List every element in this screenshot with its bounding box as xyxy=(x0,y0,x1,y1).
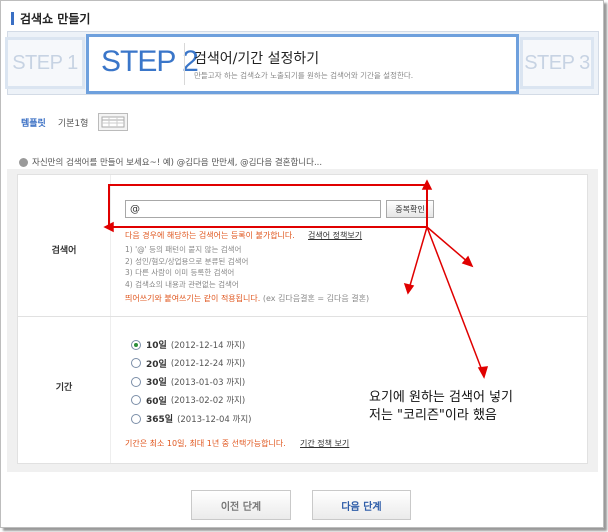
period-option-20[interactable]: 20일 (2012-12-24 까지) xyxy=(131,357,251,370)
template-label: 템플릿 xyxy=(21,118,46,129)
search-input[interactable] xyxy=(125,200,381,218)
annotation-text: 요기에 원하는 검색어 넣기 저는 "코리즌"이라 했음 xyxy=(369,390,513,423)
radio[interactable] xyxy=(131,413,141,424)
period-options: 10일 (2012-12-14 까지) 20일 (2012-12-24 까지) … xyxy=(131,338,251,431)
option-days: 30일 xyxy=(146,378,167,388)
spacing-note-main: 띄어쓰기와 붙여쓰기는 같이 적용됩니다. xyxy=(125,294,261,303)
radio[interactable] xyxy=(131,395,141,405)
prev-step-button[interactable]: 이전 단계 xyxy=(191,490,291,520)
step-1-label: STEP 1 xyxy=(12,51,78,74)
search-rule: 2) 성인/혐오/상업용으로 분류된 검색어 xyxy=(125,256,249,266)
next-step-button[interactable]: 다음 단계 xyxy=(312,490,411,520)
title-marker xyxy=(11,11,14,25)
step-3: STEP 3 xyxy=(520,37,594,89)
step-1: STEP 1 xyxy=(5,37,85,89)
radio[interactable] xyxy=(131,376,141,387)
hint-row: 자신만의 검색어를 만들어 보세요~! 예) @김다음 만만세, @김다음 결혼… xyxy=(19,156,322,168)
period-note: 기간은 최소 10일, 최대 1년 중 선택가능합니다. xyxy=(125,439,286,448)
radio-selected[interactable] xyxy=(131,339,141,350)
step-3-label: STEP 3 xyxy=(524,51,590,74)
period-policy-link[interactable]: 기간 정책 보기 xyxy=(300,438,349,449)
search-warning: 다음 경우에 해당하는 검색어는 등록이 불가합니다. xyxy=(125,231,295,240)
duplicate-check-button[interactable]: 중복확인 xyxy=(386,200,434,218)
template-grid-icon xyxy=(101,116,125,128)
template-preview-icon[interactable] xyxy=(98,113,129,131)
period-option-365[interactable]: 365일 (2013-12-04 까지) xyxy=(131,412,251,425)
window-frame: 검색쇼 만들기 STEP 1 STEP 2 검색어/기간 설정하기 만들고자 하… xyxy=(0,0,604,528)
period-option-60[interactable]: 60일 (2013-02-02 까지) xyxy=(131,394,251,407)
option-days: 20일 xyxy=(146,359,167,370)
search-policy-link[interactable]: 검색어 정책보기 xyxy=(308,230,362,241)
template-value: 기본1형 xyxy=(57,118,89,129)
period-option-10[interactable]: 10일 (2012-12-14 까지) xyxy=(131,338,251,351)
page-title: 검색쇼 만들기 xyxy=(20,11,91,26)
step-2-active: STEP 2 검색어/기간 설정하기 만들고자 하는 검색쇼가 노출되기를 원하… xyxy=(86,34,519,94)
settings-panel: 검색어 중복확인 다음 경우에 해당하는 검색어는 등록이 불가합니다. 검색어… xyxy=(7,169,598,472)
row-divider xyxy=(18,316,587,317)
period-label: 기간 xyxy=(55,383,73,393)
hint-icon xyxy=(19,157,28,167)
option-days: 60일 xyxy=(146,396,167,407)
step-heading: 검색어/기간 설정하기 xyxy=(194,51,320,67)
option-days: 365일 xyxy=(146,415,174,425)
step-divider xyxy=(184,43,185,85)
period-option-30[interactable]: 30일 (2013-01-03 까지) xyxy=(131,375,251,388)
page-header: 검색쇼 만들기 xyxy=(11,9,90,27)
spacing-note: 띄어쓰기와 붙여쓰기는 같이 적용됩니다. (ex 김다음결혼 = 김다음 결혼… xyxy=(125,293,369,304)
search-rule: 4) 검색쇼의 내용과 관련없는 검색어 xyxy=(125,279,239,289)
option-until: (2013-02-02 까지) xyxy=(170,396,246,406)
label-column-divider xyxy=(110,175,111,463)
template-row: 템플릿 기본1형 xyxy=(21,113,129,131)
option-until: (2013-12-04 까지) xyxy=(177,414,252,425)
option-days: 10일 xyxy=(146,341,167,351)
step-subtext: 만들고자 하는 검색쇼가 노출되기를 원하는 검색어와 기간을 설정한다. xyxy=(194,71,414,80)
option-until: (2013-01-03 까지) xyxy=(170,377,246,388)
search-label: 검색어 xyxy=(51,246,77,256)
step-indicator: STEP 1 STEP 2 검색어/기간 설정하기 만들고자 하는 검색쇼가 노… xyxy=(5,31,599,95)
hint-text: 자신만의 검색어를 만들어 보세요~! 예) @김다음 만만세, @김다음 결혼… xyxy=(32,158,323,168)
search-rule: 1) '@' 등의 패턴이 붙지 않는 검색어 xyxy=(125,245,242,254)
search-rule: 3) 다른 사람이 이미 등록한 검색어 xyxy=(125,268,235,277)
option-until: (2012-12-14 까지) xyxy=(170,340,246,351)
radio[interactable] xyxy=(131,358,141,368)
spacing-note-example: (ex 김다음결혼 = 김다음 결혼) xyxy=(260,294,370,303)
search-rules: 1) '@' 등의 패턴이 붙지 않는 검색어 2) 성인/혐오/상업용으로 분… xyxy=(125,244,248,290)
option-until: (2012-12-24 까지) xyxy=(170,359,246,369)
